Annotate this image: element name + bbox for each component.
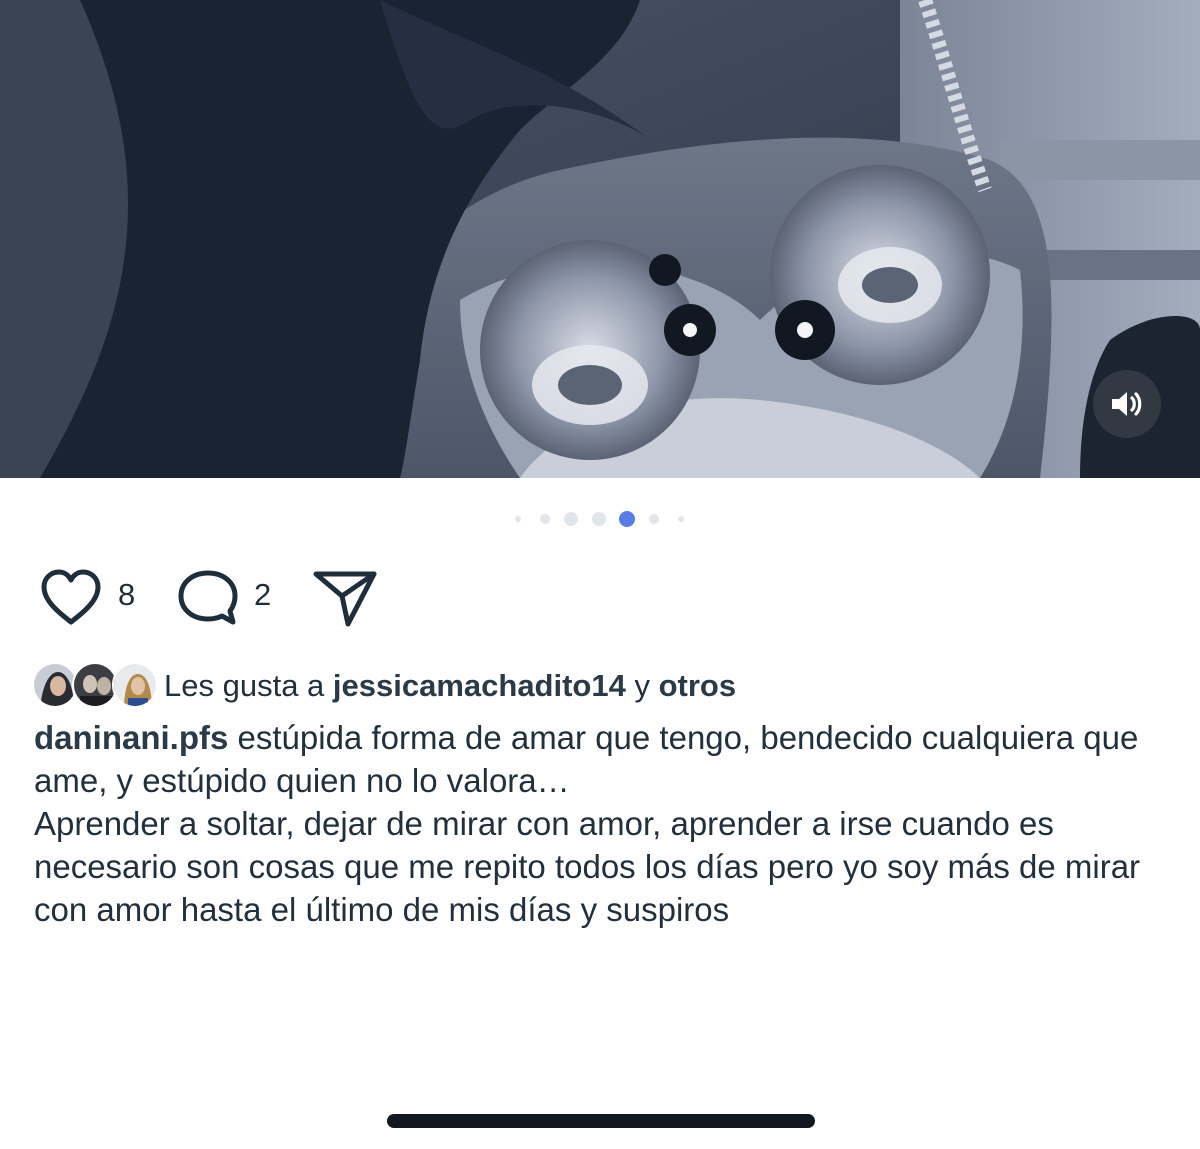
caption-second-paragraph: Aprender a soltar, dejar de mirar con am… — [34, 805, 1141, 928]
carousel-dot — [564, 512, 578, 526]
post-photo — [0, 0, 1200, 478]
liked-by-row[interactable]: Les gusta a jessicamachadito14 y otros — [32, 660, 1172, 712]
carousel-dot-active — [619, 511, 635, 527]
sound-toggle-button[interactable] — [1093, 370, 1161, 438]
liked-by-others-link[interactable]: otros — [659, 668, 737, 703]
heart-icon[interactable] — [38, 568, 104, 628]
carousel-dot — [592, 512, 606, 526]
carousel-dot — [540, 514, 550, 524]
send-icon[interactable] — [310, 566, 380, 630]
comment-bubble-icon[interactable] — [175, 568, 241, 628]
liked-by-prefix: Les gusta a — [164, 668, 333, 703]
liked-by-text: Les gusta a jessicamachadito14 y otros — [164, 668, 736, 704]
post-caption: daninani.pfs estúpida forma de amar que … — [34, 716, 1154, 931]
carousel-dot — [649, 514, 659, 524]
speaker-volume-icon — [1112, 392, 1142, 416]
carousel-dot — [678, 516, 684, 522]
home-indicator[interactable] — [387, 1114, 815, 1128]
post-media[interactable] — [0, 0, 1200, 478]
avatar — [112, 662, 158, 708]
comment-count[interactable]: 2 — [254, 577, 271, 613]
liked-by-username[interactable]: jessicamachadito14 — [333, 668, 626, 703]
carousel-dot — [515, 516, 521, 522]
post-actions: 8 2 — [0, 560, 1200, 630]
like-count[interactable]: 8 — [118, 577, 135, 613]
carousel-indicator — [0, 509, 1200, 529]
caption-first-paragraph: daninani.pfs estúpida forma de amar que … — [34, 716, 1154, 802]
liked-by-joiner: y — [625, 668, 659, 703]
caption-username[interactable]: daninani.pfs — [34, 719, 228, 756]
